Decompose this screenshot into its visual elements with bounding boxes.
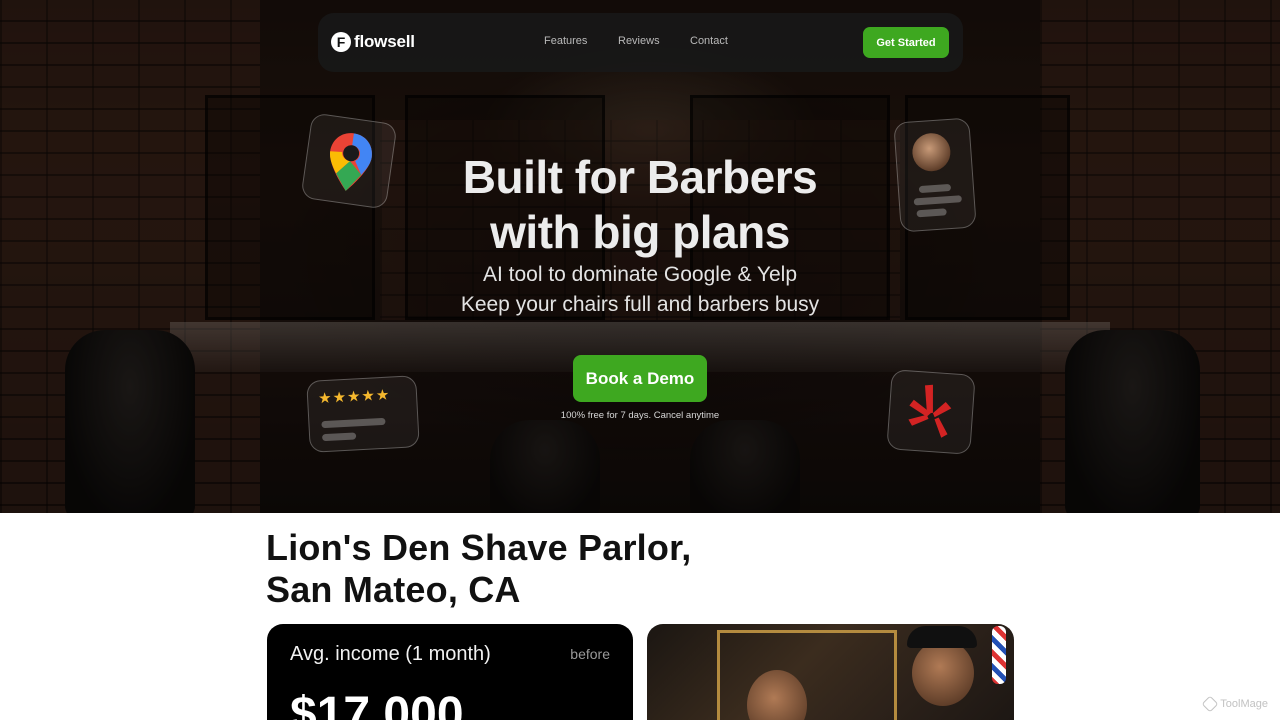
income-label: Avg. income (1 month) [290,643,491,665]
star-rating: ★★★★★ [318,386,391,408]
logo-mark-icon: F [331,32,351,52]
watermark: ToolMage [1201,695,1268,713]
brand-name: flowsell [354,32,415,51]
nav-link-reviews[interactable]: Reviews [618,35,660,47]
watermark-text: ToolMage [1220,698,1268,710]
shop-location: San Mateo, CA [266,569,521,610]
review-card: ★★★★★ [306,375,420,453]
watermark-logo-icon [1201,695,1219,713]
star-icon: ★ [360,387,377,406]
income-card: Avg. income (1 month) before $17,000 [267,624,633,720]
photo-window-frame [717,630,897,720]
shop-name: Lion's Den Shave Parlor, [266,527,692,568]
star-icon: ★ [375,386,391,405]
before-tag: before [570,646,610,662]
hero-section: F flowsell Features Reviews Contact Get … [0,0,1280,513]
trial-note: 100% free for 7 days. Cancel anytime [560,410,720,421]
get-started-button[interactable]: Get Started [863,27,949,58]
yelp-card [886,369,976,455]
star-icon: ★ [332,388,348,407]
income-value: $17,000 [290,688,464,720]
barber-pole-icon [992,626,1006,684]
nav-link-features[interactable]: Features [544,35,587,47]
photo-person [912,640,974,706]
hero-subheadline-line1: AI tool to dominate Google & Yelp [482,263,798,286]
nav-link-contact[interactable]: Contact [690,35,728,47]
hero-headline: Built for Barbers with big plans [340,150,940,260]
placeholder-line [321,432,357,442]
hero-subheadline-line2: Keep your chairs full and barbers busy [460,293,820,316]
book-demo-button[interactable]: Book a Demo [573,355,707,402]
photo-cap [907,626,977,648]
star-icon: ★ [346,388,362,406]
hero-headline-line2: with big plans [490,206,790,258]
brand-logo[interactable]: F flowsell [331,32,415,52]
hero-headline-line1: Built for Barbers [462,151,818,203]
star-icon: ★ [317,389,334,408]
placeholder-line [321,417,386,429]
shop-title: Lion's Den Shave Parlor, San Mateo, CA [266,527,692,611]
yelp-icon [908,384,952,438]
barber-photo [647,624,1014,720]
top-navbar: F flowsell Features Reviews Contact Get … [318,13,963,72]
